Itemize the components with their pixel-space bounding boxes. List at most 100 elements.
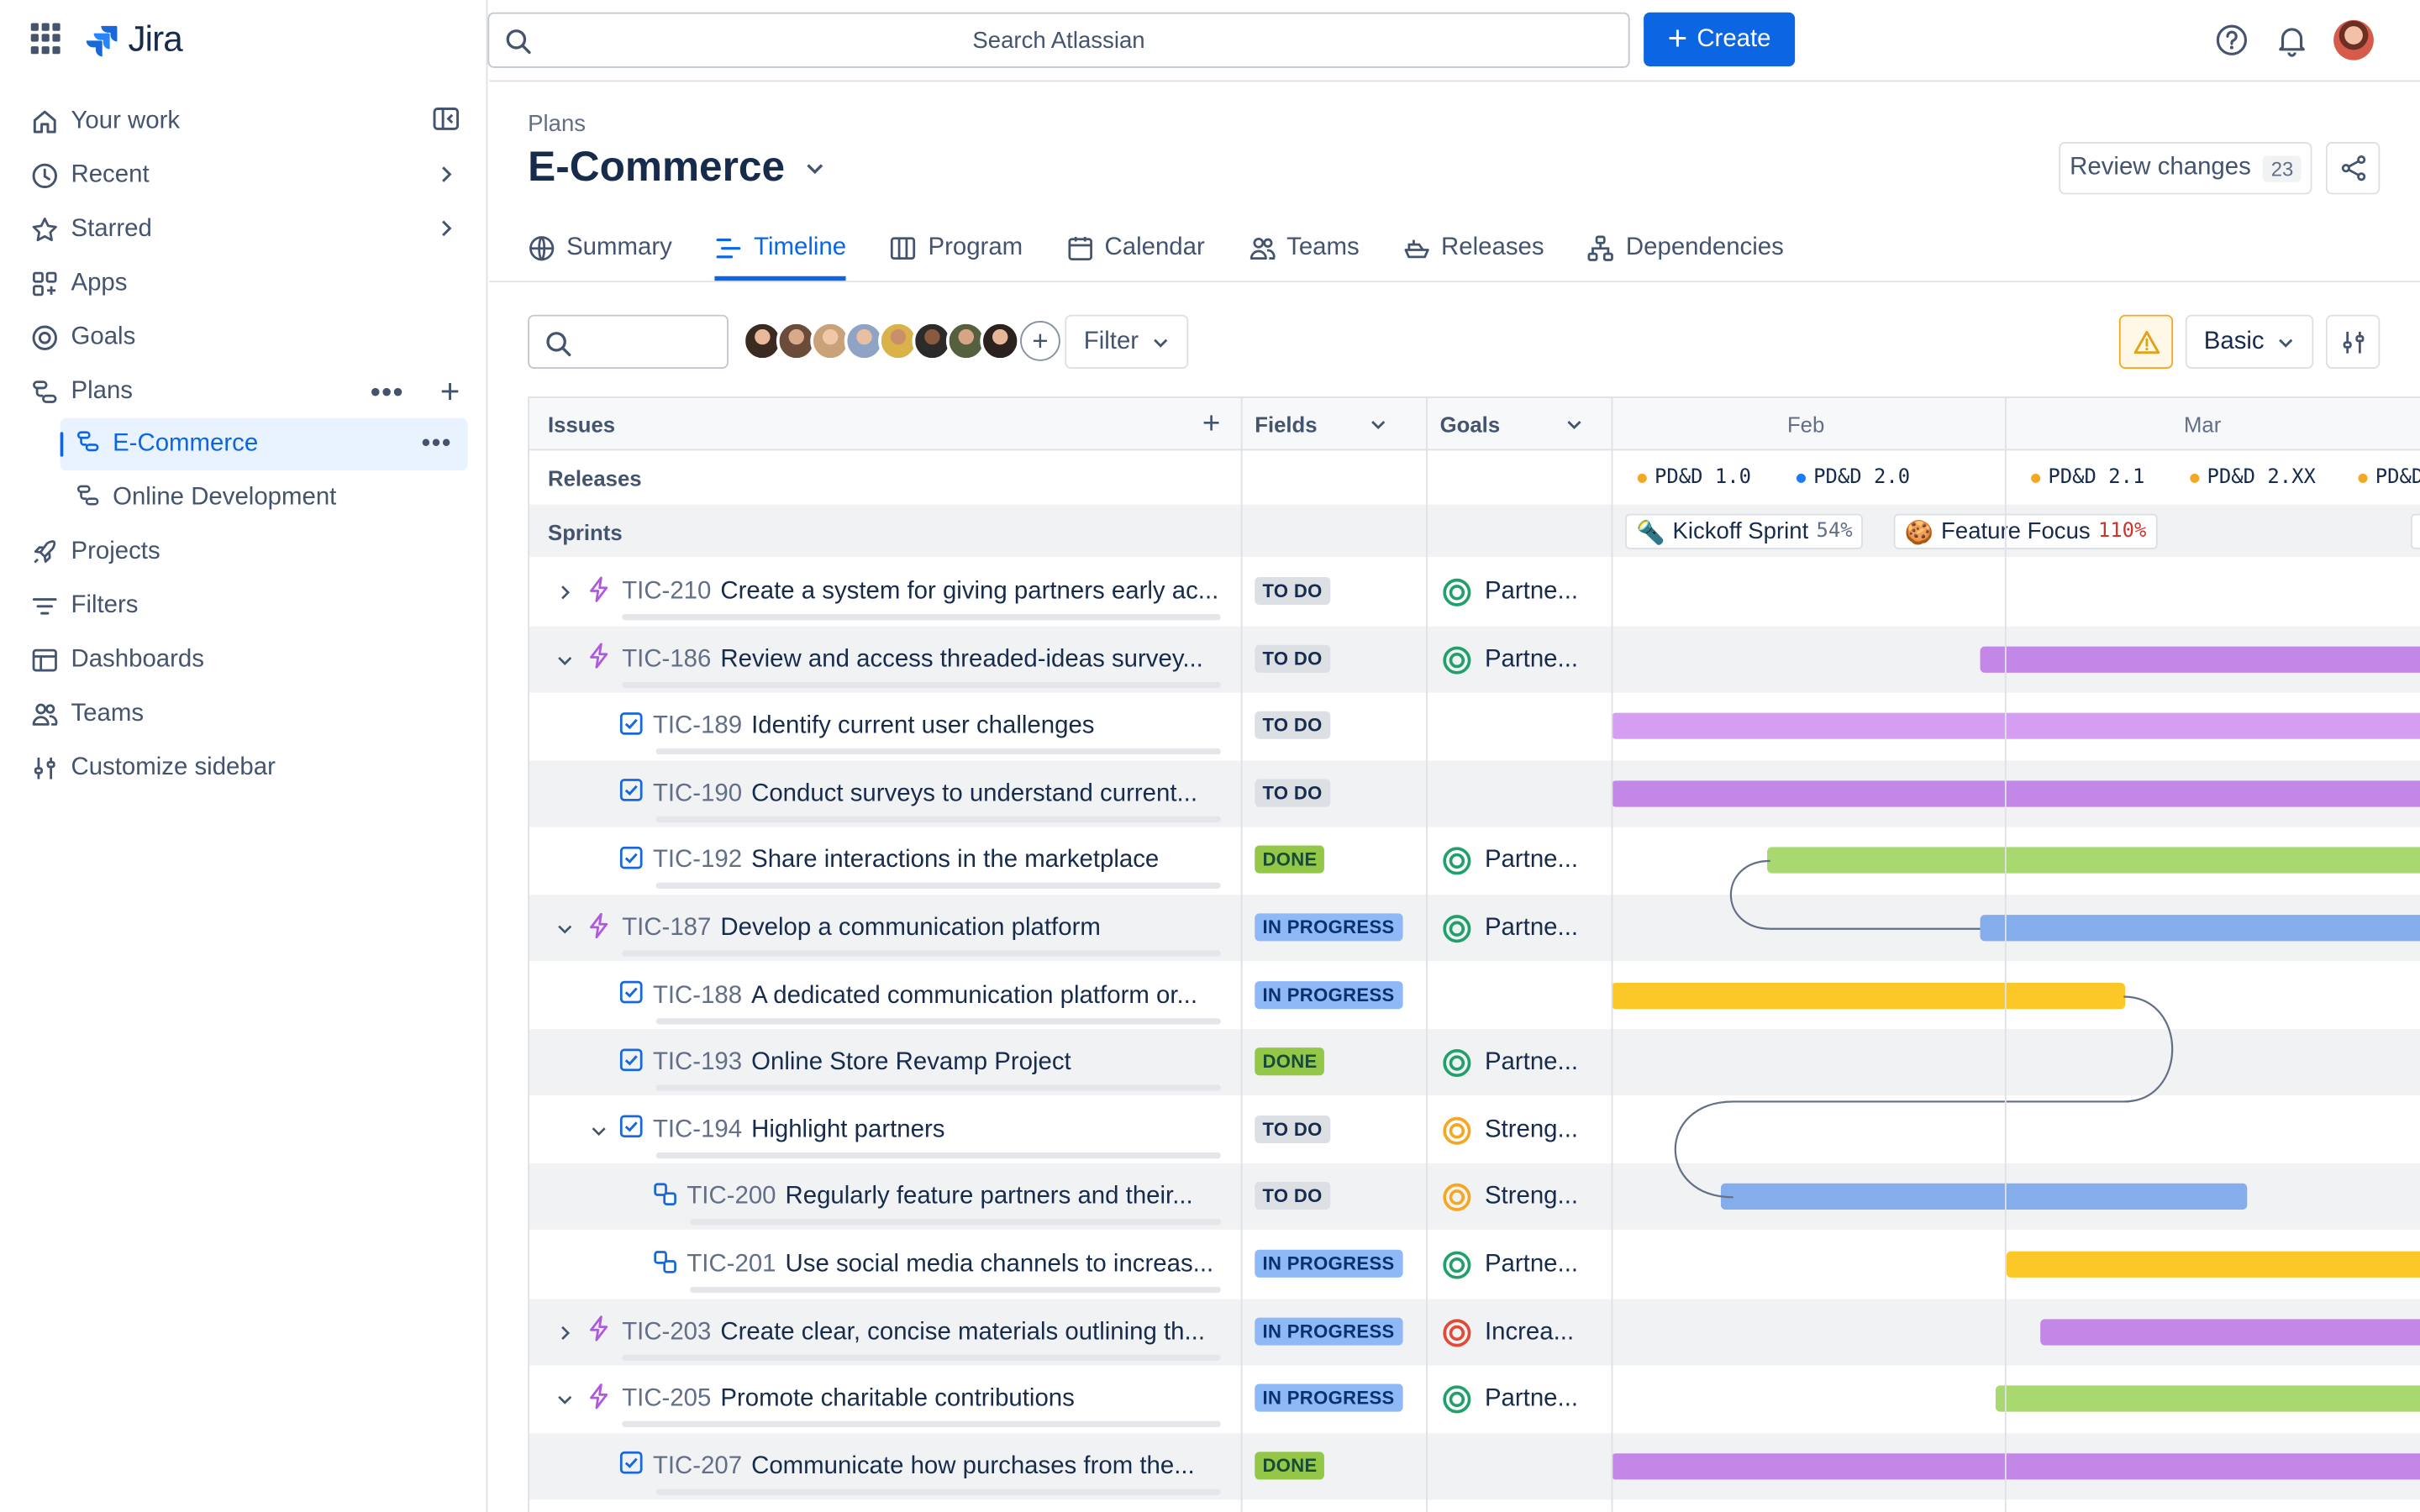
issue-key[interactable]: TIC-200 (687, 1184, 776, 1211)
chevron-down-icon[interactable] (588, 1121, 610, 1140)
sidebar-item-apps[interactable]: Apps (31, 258, 128, 310)
goal-cell[interactable]: Partne... (1443, 626, 1578, 694)
status-badge[interactable]: IN PROGRESS (1255, 913, 1402, 942)
collapse-sidebar-icon[interactable] (432, 104, 460, 139)
sidebar-item-your-work[interactable]: Your work (31, 96, 460, 148)
sidebar-plan-e-commerce[interactable]: E-Commerce ••• (60, 417, 468, 471)
issue-key[interactable]: TIC-201 (687, 1252, 776, 1279)
view-settings-button[interactable] (2325, 314, 2381, 369)
review-changes-button[interactable]: Review changes 23 (2059, 141, 2312, 195)
issue-key[interactable]: TIC-205 (622, 1386, 711, 1414)
sidebar-item-goals[interactable]: Goals (31, 312, 136, 364)
status-badge[interactable]: IN PROGRESS (1255, 980, 1402, 1009)
status-badge[interactable]: TO DO (1255, 779, 1330, 807)
status-badge[interactable]: TO DO (1255, 644, 1330, 673)
page-title[interactable]: E-Commerce (528, 144, 825, 192)
user-avatar[interactable] (2333, 19, 2374, 60)
table-row[interactable]: TIC-188 A dedicated communication platfor… (529, 962, 2420, 1031)
goal-cell[interactable]: Partne... (1443, 1231, 1578, 1299)
share-button[interactable] (2325, 141, 2381, 195)
timeline-bar[interactable] (1611, 1452, 2420, 1480)
chevron-right-icon[interactable] (554, 1323, 576, 1341)
tab-calendar[interactable]: Calendar (1066, 216, 1205, 281)
goal-cell[interactable]: Partne... (1443, 1366, 1578, 1434)
goals-column-header[interactable]: Goals (1440, 398, 1584, 450)
sidebar-item-plans[interactable]: Plans ••• + (31, 365, 460, 417)
tab-summary[interactable]: Summary (528, 216, 672, 281)
release-marker[interactable]: PD&D (2358, 450, 2420, 504)
status-badge[interactable]: TO DO (1255, 576, 1330, 606)
sidebar-item-customize[interactable]: Customize sidebar (31, 742, 276, 794)
status-badge[interactable]: IN PROGRESS (1255, 1383, 1402, 1412)
sidebar-item-teams[interactable]: Teams (31, 688, 144, 740)
status-badge[interactable]: TO DO (1255, 711, 1330, 740)
search-input[interactable]: Search Atlassian (487, 12, 1630, 68)
table-row[interactable]: TIC-205 Promote charitable contributions I… (529, 1366, 2420, 1434)
more-options-icon[interactable]: ••• (422, 430, 452, 458)
timeline-bar[interactable] (2006, 1251, 2420, 1278)
avatar[interactable] (980, 321, 1021, 361)
fields-column-header[interactable]: Fields (1255, 398, 1388, 450)
table-row[interactable]: TIC-194 Highlight partners TO DO Streng... (529, 1097, 2420, 1165)
issue-key[interactable]: TIC-194 (653, 1116, 742, 1144)
chevron-right-icon[interactable] (554, 583, 576, 601)
timeline-bar[interactable] (2040, 1318, 2420, 1345)
release-marker[interactable]: PD&D 2.0 (1796, 450, 1910, 504)
add-member-icon[interactable]: + (1020, 321, 1060, 361)
issue-key[interactable]: TIC-189 (653, 713, 742, 741)
tab-timeline[interactable]: Timeline (715, 216, 846, 281)
goal-cell[interactable]: Partne... (1443, 1029, 1578, 1097)
status-badge[interactable]: TO DO (1255, 1115, 1330, 1143)
table-row[interactable]: TIC-201 Use social media channels to incr… (529, 1231, 2420, 1299)
status-badge[interactable]: DONE (1255, 1047, 1325, 1076)
issue-key[interactable]: TIC-186 (622, 646, 711, 674)
table-row[interactable]: TIC-189 Identify current user challenges T… (529, 693, 2420, 761)
tab-releases[interactable]: Releases (1402, 216, 1544, 281)
table-row[interactable]: TIC-203 Create clear, concise materials o… (529, 1298, 2420, 1367)
add-issue-icon[interactable]: + (1202, 398, 1220, 450)
timeline-bar[interactable] (1980, 915, 2420, 942)
table-row[interactable]: TIC-193 Online Store Revamp Project DONE Pa… (529, 1029, 2420, 1098)
status-badge[interactable]: IN PROGRESS (1255, 1316, 1402, 1345)
sidebar-plan-online-development[interactable]: Online Development (60, 472, 468, 524)
table-row[interactable]: TIC-207 Communicate how purchases from th… (529, 1432, 2420, 1501)
table-row[interactable]: TIC-186 Review and access threaded-ideas … (529, 625, 2420, 694)
sidebar-item-projects[interactable]: Projects (31, 526, 160, 578)
issue-key[interactable]: TIC-192 (653, 848, 742, 875)
add-plan-icon[interactable]: + (440, 372, 460, 412)
tab-teams[interactable]: Teams (1248, 216, 1360, 281)
tab-dependencies[interactable]: Dependencies (1587, 216, 1784, 281)
issue-key[interactable]: TIC-190 (653, 780, 742, 808)
chevron-right-icon[interactable] (435, 213, 457, 246)
table-row[interactable]: TIC-187 Develop a communication platform I… (529, 895, 2420, 963)
timeline-bar[interactable] (1611, 712, 2420, 740)
timeline-bar[interactable] (1995, 1385, 2420, 1412)
status-badge[interactable]: IN PROGRESS (1255, 1249, 1402, 1278)
timeline-bar[interactable] (1720, 1184, 2248, 1210)
timeline-bar[interactable] (1767, 848, 2420, 874)
breadcrumb[interactable]: Plans (528, 111, 586, 137)
status-badge[interactable]: DONE (1255, 846, 1325, 874)
issue-key[interactable]: TIC-210 (622, 579, 711, 606)
sidebar-item-dashboards[interactable]: Dashboards (31, 634, 204, 686)
issue-key[interactable]: TIC-188 (653, 982, 742, 1010)
sidebar-item-filters[interactable]: Filters (31, 580, 139, 633)
notification-bell-icon[interactable] (2275, 24, 2308, 57)
goal-cell[interactable]: Streng... (1443, 1097, 1578, 1165)
issues-column-header[interactable]: Issues (548, 398, 615, 450)
table-row[interactable]: TIC-192 Share interactions in the marketp… (529, 827, 2420, 896)
table-row[interactable]: TIC-210 Create a system for giving partne… (529, 559, 2420, 627)
timeline-bar[interactable] (1980, 645, 2420, 673)
issue-key[interactable]: TIC-187 (622, 915, 711, 942)
view-mode-select[interactable]: Basic (2185, 314, 2314, 369)
release-marker[interactable]: PD&D 2.1 (2031, 450, 2144, 504)
timeline-bar[interactable] (1611, 780, 2420, 807)
status-badge[interactable]: TO DO (1255, 1182, 1330, 1210)
table-row[interactable]: TIC-200 Regularly feature partners and th… (529, 1163, 2420, 1232)
sidebar-item-starred[interactable]: Starred (31, 203, 457, 255)
sprint-chip[interactable] (2410, 513, 2420, 549)
chevron-right-icon[interactable] (435, 160, 457, 192)
more-options-icon[interactable]: ••• (371, 375, 404, 408)
chevron-down-icon[interactable] (554, 920, 576, 938)
goal-cell[interactable]: Partne... (1443, 827, 1578, 895)
